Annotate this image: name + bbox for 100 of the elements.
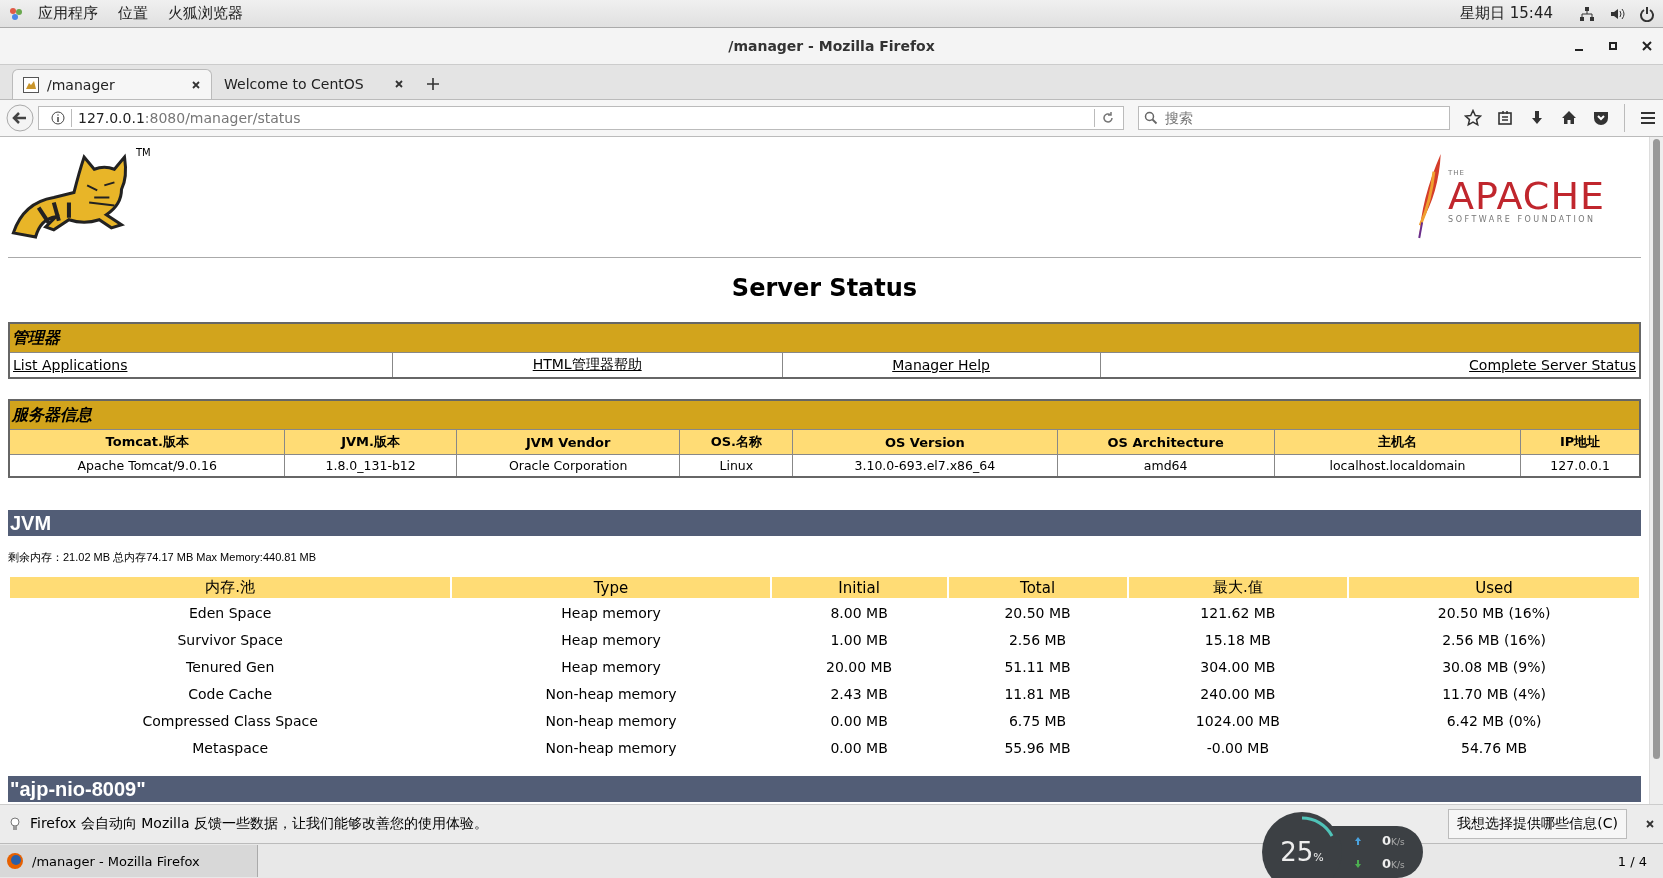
choose-data-button[interactable]: 我想选择提供哪些信息(C) — [1448, 809, 1627, 839]
section-title: 服务器信息 — [9, 400, 1640, 430]
back-icon[interactable] — [6, 104, 34, 132]
upload-arrow-icon — [1354, 836, 1362, 845]
table-cell-text: Non-heap memory — [544, 711, 678, 731]
column-header: Type — [452, 577, 770, 598]
manager-link[interactable]: Manager Help — [892, 357, 990, 373]
info-icon — [51, 111, 65, 125]
column-header: Initial — [771, 577, 947, 598]
column-header: IP地址 — [1520, 429, 1640, 455]
pocket-icon[interactable] — [1592, 109, 1610, 127]
memory-summary: 剩余内存：21.02 MB 总内存74.17 MB Max Memory:440.81 MB — [8, 550, 318, 565]
address-bar[interactable]: 127.0.0.1:8080/manager/status — [38, 106, 1124, 130]
top-menu[interactable]: 应用程序 — [38, 4, 98, 23]
table-cell-text: 20.50 MB (16%) — [1436, 603, 1552, 623]
table-cell-text: Survivor Space — [176, 630, 284, 650]
power-icon[interactable] — [1639, 5, 1655, 22]
table-cell-text: 8.00 MB — [829, 603, 889, 623]
table-cell-text: Non-heap memory — [544, 738, 678, 758]
table-cell-text: Non-heap memory — [544, 684, 678, 704]
table-cell-text: Tenured Gen — [185, 657, 276, 677]
menu-icon[interactable] — [1639, 109, 1657, 127]
table-cell-text: 0.00 MB — [829, 711, 889, 731]
table-cell-text: Heap memory — [560, 603, 662, 623]
table-cell-text: 6.42 MB (0%) — [1445, 711, 1543, 731]
table-cell-text: Heap memory — [560, 630, 662, 650]
reading-list-icon[interactable] — [1496, 109, 1514, 127]
cpu-percent: 25% — [1280, 837, 1324, 867]
logo-name: APACHE — [1448, 176, 1605, 215]
table-cell-text: 121.62 MB — [1199, 603, 1277, 623]
upload-rate: 0K/s — [1382, 833, 1405, 848]
table-cell-text: Eden Space — [188, 603, 273, 623]
table-cell-text: 2.43 MB — [829, 684, 889, 704]
table-cell-text: 240.00 MB — [1199, 684, 1277, 704]
table-cell-text: 304.00 MB — [1199, 657, 1277, 677]
download-rate: 0K/s — [1382, 856, 1405, 871]
table-cell-text: Compressed Class Space — [141, 711, 319, 731]
manager-link[interactable]: Complete Server Status — [1469, 357, 1636, 373]
column-header: Used — [1349, 577, 1639, 598]
table-cell-text: 11.70 MB (4%) — [1441, 684, 1547, 704]
table-cell-text: 30.08 MB (9%) — [1441, 657, 1547, 677]
column-header: OS.名称 — [680, 429, 793, 455]
table-cell-text: 1024.00 MB — [1194, 711, 1281, 731]
close-icon[interactable] — [1641, 40, 1653, 52]
table-cell-text: 54.76 MB — [1459, 738, 1529, 758]
apps-icon[interactable] — [8, 5, 24, 22]
column-header: OS Version — [792, 429, 1058, 455]
workspace-pager[interactable]: 1 / 4 — [1617, 853, 1647, 869]
table-cell-text: -0.00 MB — [1205, 738, 1271, 758]
maximize-icon[interactable] — [1607, 40, 1619, 52]
section-header: "ajp-nio-8009" — [8, 776, 1641, 802]
table-cell-text: Heap memory — [560, 657, 662, 677]
table-cell-text: 51.11 MB — [1003, 657, 1072, 677]
manager-link[interactable]: List Applications — [13, 357, 128, 373]
new-tab-icon[interactable] — [426, 77, 440, 91]
lightbulb-icon — [8, 817, 22, 831]
download-arrow-icon — [1354, 859, 1362, 868]
close-icon[interactable] — [1645, 819, 1655, 829]
table-cell-text: 6.75 MB — [1007, 711, 1068, 731]
search-field[interactable]: 搜索 — [1137, 106, 1450, 130]
network-icon[interactable] — [1579, 5, 1595, 22]
column-header: JVM Vendor — [456, 429, 680, 455]
gauge-arc-icon — [1300, 816, 1334, 838]
top-menu[interactable]: 位置 — [118, 4, 148, 23]
top-menu[interactable]: 火狐浏览器 — [168, 4, 243, 23]
section-header: JVM — [8, 510, 1641, 536]
manager-link[interactable]: HTML管理器帮助 — [532, 356, 642, 372]
close-tab-icon[interactable] — [394, 79, 404, 89]
reload-icon[interactable] — [1100, 111, 1115, 125]
table-cell-text: Code Cache — [187, 684, 274, 704]
window-title: /manager - Mozilla Firefox — [728, 38, 935, 54]
close-tab-icon[interactable] — [191, 79, 201, 90]
column-header: Tomcat.版本 — [9, 429, 285, 455]
trademark-mark: TM — [136, 147, 151, 158]
table-cell-text: 1.00 MB — [829, 630, 889, 650]
column-header: 最大.值 — [1128, 577, 1348, 598]
clock[interactable]: 星期日 15:44 — [1460, 4, 1553, 23]
browser-tab[interactable]: /manager — [12, 69, 212, 99]
table-cell-text: 15.18 MB — [1203, 630, 1272, 650]
section-title: 管理器 — [9, 323, 1640, 353]
table-cell-text: 2.56 MB — [1007, 630, 1068, 650]
column-header: OS Architecture — [1057, 429, 1275, 455]
table-cell-text: 2.56 MB (16%) — [1441, 630, 1547, 650]
column-header: Total — [948, 577, 1127, 598]
scrollbar[interactable] — [1649, 137, 1663, 804]
table-cell-text: 20.50 MB — [1003, 603, 1072, 623]
browser-tab[interactable]: Welcome to CentOS — [214, 69, 414, 99]
column-header: JVM.版本 — [284, 429, 457, 455]
table-cell-text: Metaspace — [191, 738, 270, 758]
page-heading: Server Status — [730, 274, 919, 302]
star-icon[interactable] — [1464, 109, 1482, 127]
firefox-icon — [6, 852, 24, 870]
table-cell-text: 55.96 MB — [1003, 738, 1072, 758]
table-cell-text: 20.00 MB — [825, 657, 894, 677]
notification-text: Firefox 会自动向 Mozilla 反馈一些数据，让我们能够改善您的使用体验。 — [30, 815, 488, 833]
home-icon[interactable] — [1560, 109, 1578, 127]
logo-subtitle: SOFTWARE FOUNDATION — [1448, 214, 1597, 224]
table-cell-text: 11.81 MB — [1003, 684, 1072, 704]
taskbar-window-button[interactable]: /manager - Mozilla Firefox — [0, 845, 258, 877]
column-header: 主机名 — [1274, 429, 1521, 455]
